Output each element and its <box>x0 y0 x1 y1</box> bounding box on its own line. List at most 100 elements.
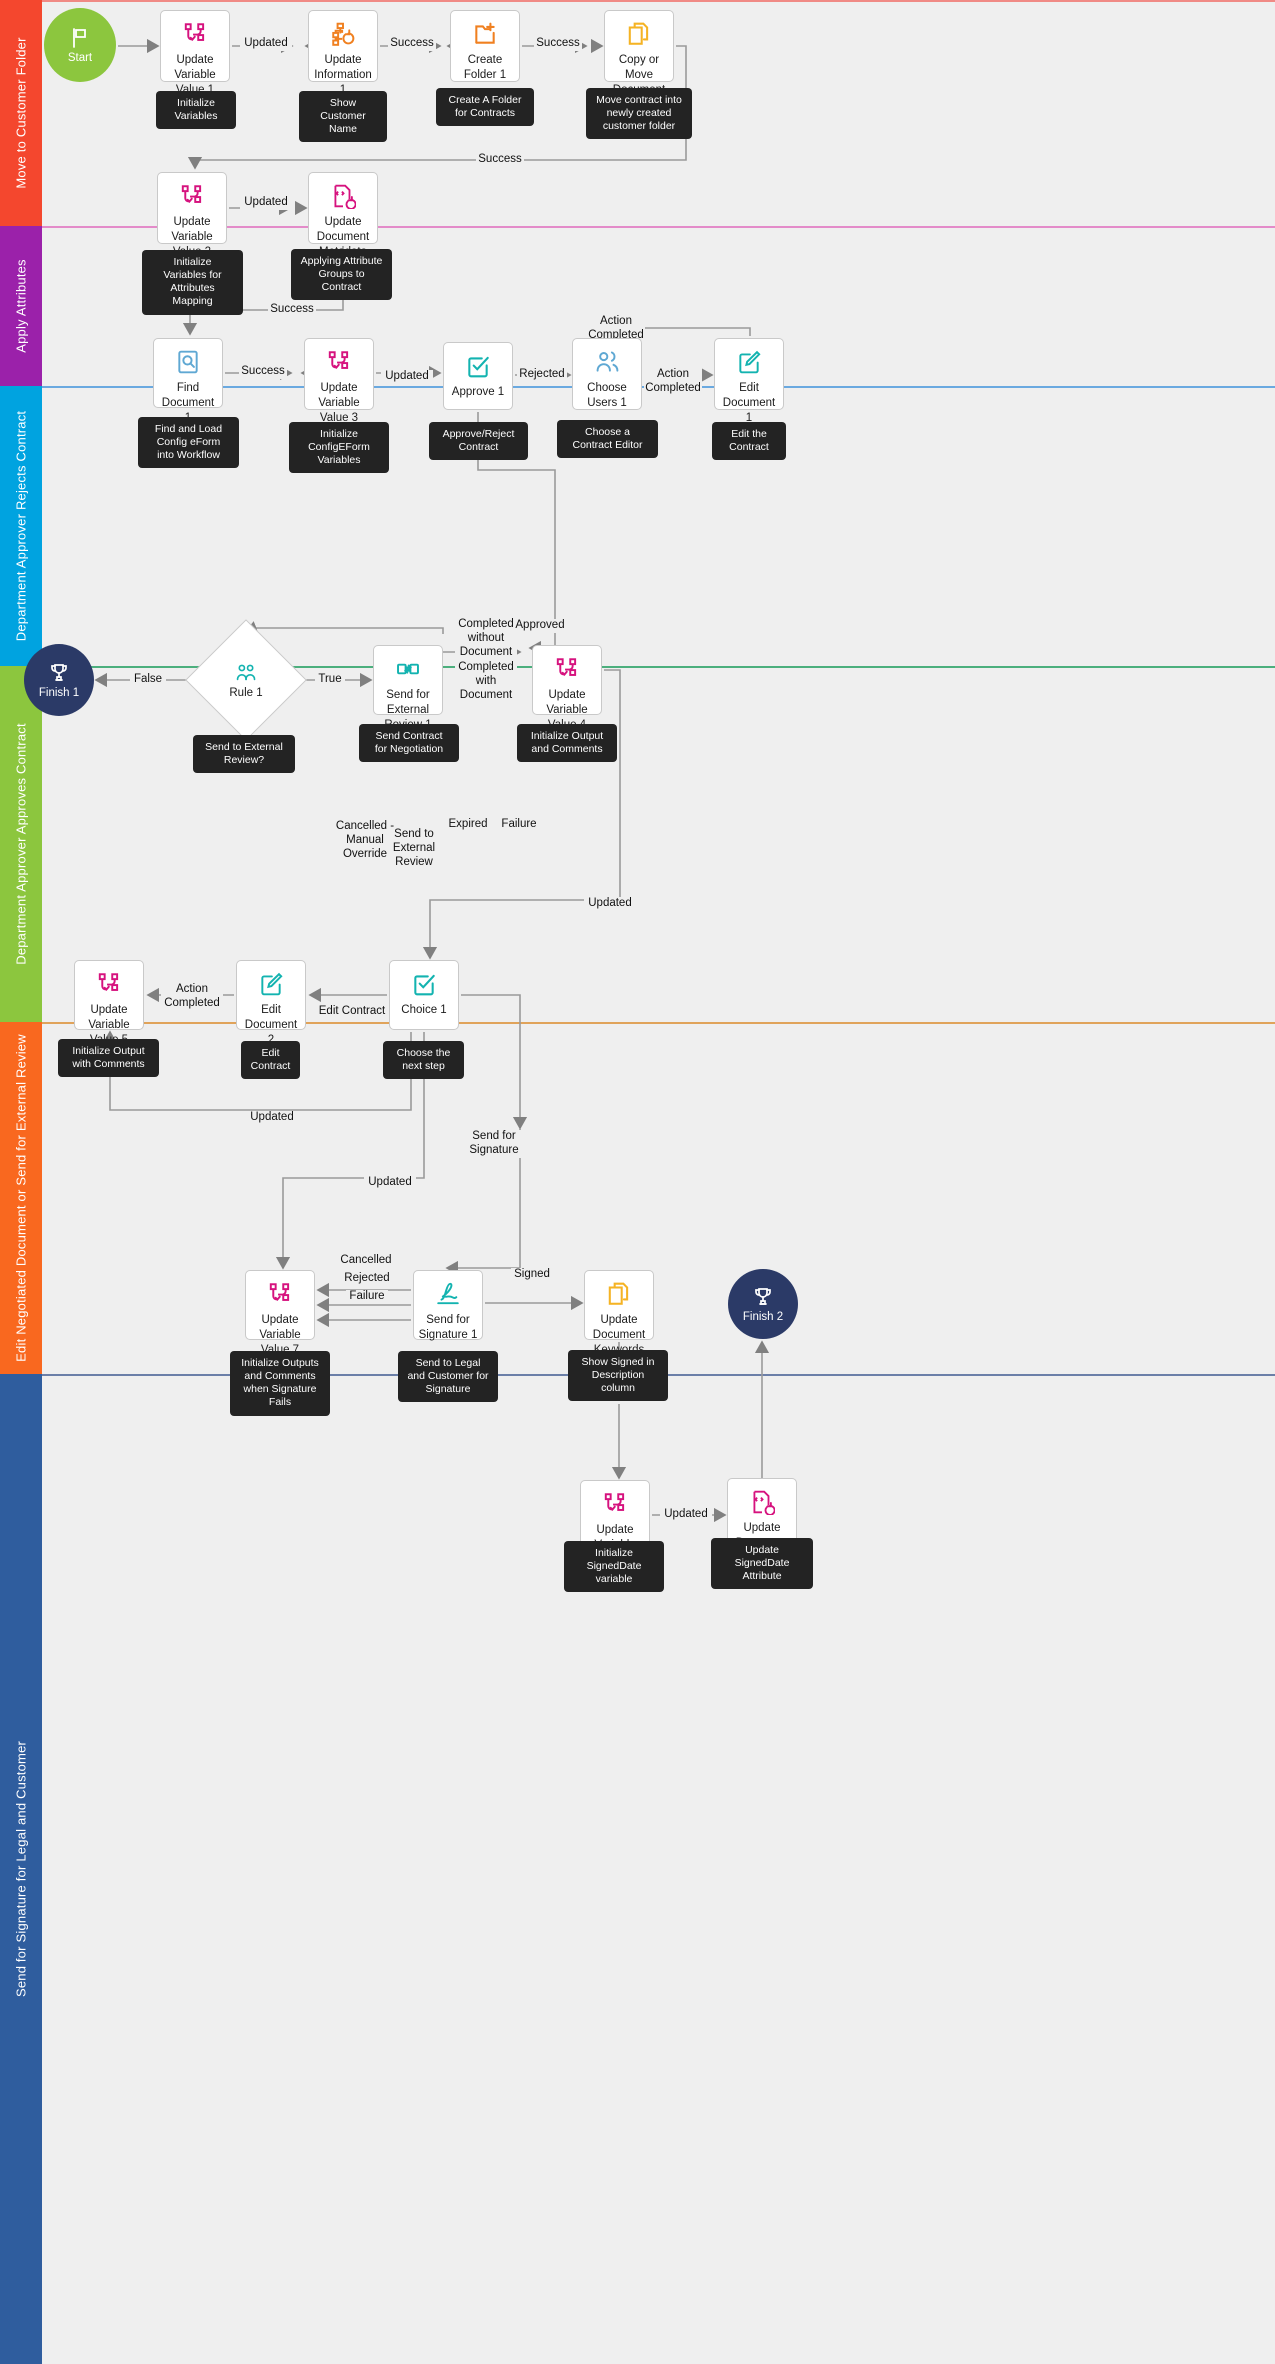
node-label: Edit Document 1 <box>722 382 776 424</box>
edge-label: Updated <box>246 1111 298 1125</box>
variable-icon <box>602 1491 628 1517</box>
folder-plus-icon <box>472 21 498 47</box>
node-description-chip: Show Signed in Description column <box>568 1350 668 1402</box>
node-description-chip: Edit the Contract <box>712 422 786 461</box>
node-label: Choose Users 1 <box>587 382 627 409</box>
workflow-node-uvv4[interactable]: Update Variable Value 4 <box>532 645 602 731</box>
workflow-node-uvv5[interactable]: Update Variable Value 5 <box>74 960 144 1046</box>
workflow-node-uvv3[interactable]: Update Variable Value 3 <box>304 338 374 424</box>
node-description-chip: Initialize Output with Comments <box>58 1039 159 1078</box>
workflow-node-ui1[interactable]: Update Information 1 <box>308 10 378 96</box>
variable-icon <box>182 21 208 47</box>
edge-label: Updated <box>660 1508 712 1522</box>
node-description-chip: Move contract into newly created custome… <box>586 88 692 140</box>
swimlane-label: Apply Attributes <box>13 259 29 353</box>
swimlane-label: Edit Negotiated Document or Send for Ext… <box>13 1034 29 1362</box>
edge-label: Failure <box>499 818 539 832</box>
workflow-node-ch1[interactable]: Choice 1 <box>389 960 459 1030</box>
swimlane-rail[interactable]: Send for Signature for Legal and Custome… <box>0 1374 42 2364</box>
edge-label: Rejected <box>517 368 567 382</box>
workflow-node-uvv7[interactable]: Update Variable Value 7 <box>245 1270 315 1356</box>
swimlane-label: Move to Customer Folder <box>13 37 29 189</box>
swimlane-label: Send for Signature for Legal and Custome… <box>13 1740 29 1998</box>
terminator-label: Start <box>67 52 93 64</box>
node-label: Choice 1 <box>401 1004 447 1016</box>
edge-label: Action Completed <box>161 983 223 1011</box>
workflow-node-uvv6[interactable]: Update Variable Value 6 <box>580 1480 650 1566</box>
swimlane-body <box>42 1022 1275 1374</box>
node-description-chip: Find and Load Config eForm into Workflow <box>138 417 239 469</box>
external-review-icon <box>395 656 421 682</box>
node-description-chip: Edit Contract <box>241 1041 300 1080</box>
workflow-node-udk1[interactable]: Update Document Keywords 1 <box>584 1270 654 1371</box>
edge-label: Rejected <box>341 1272 393 1286</box>
workflow-node-ed1[interactable]: Edit Document 1 <box>714 338 784 424</box>
edge-label: Updated <box>240 196 292 210</box>
node-description-chip: Initialize SignedDate variable <box>564 1541 664 1593</box>
workflow-node-cmd1[interactable]: Copy or Move Document 1 <box>604 10 674 111</box>
edge-label: Updated <box>381 370 433 384</box>
node-label: Update Variable Value 3 <box>318 382 360 424</box>
swimlane-divider <box>42 1022 1275 1024</box>
workflow-terminator-start[interactable]: Start <box>44 8 116 82</box>
rule-icon <box>235 662 257 684</box>
node-description-chip: Update SignedDate Attribute <box>711 1538 813 1590</box>
node-description-chip: Initialize Output and Comments <box>517 724 617 763</box>
edge-label: Send for Signature <box>467 1130 521 1158</box>
variable-icon <box>96 971 122 997</box>
edge-label: False <box>130 673 166 687</box>
doc-metadata-icon <box>749 1489 775 1515</box>
edge-label: Edit Contract <box>316 1005 388 1019</box>
edge-label: Updated <box>584 897 636 911</box>
node-description-chip: Applying Attribute Groups to Contract <box>291 249 392 301</box>
terminator-label: Finish 2 <box>742 1311 784 1323</box>
choice-icon <box>411 971 437 997</box>
swimlane-band: Department Approver Approves Contract <box>0 666 1275 1022</box>
workflow-node-ap1[interactable]: Approve 1 <box>443 342 513 410</box>
edge-label: Updated <box>240 37 292 51</box>
node-description-chip: Initialize Variables <box>156 91 236 130</box>
workflow-node-cu1[interactable]: Choose Users 1 <box>572 338 642 410</box>
edge-label: Signed <box>511 1268 553 1282</box>
edge-label: Expired <box>446 818 490 832</box>
swimlane-rail[interactable]: Department Approver Rejects Contract <box>0 386 42 666</box>
workflow-node-udmv1[interactable]: Update Document Metadata Val... <box>308 172 378 273</box>
workflow-node-cf1[interactable]: Create Folder 1 <box>450 10 520 82</box>
edge-label: Updated <box>364 1176 416 1190</box>
swimlane-rail[interactable]: Apply Attributes <box>0 226 42 386</box>
edge-label: Success <box>268 303 316 317</box>
node-label: Approve 1 <box>451 386 505 398</box>
edge-label: Failure <box>346 1290 388 1304</box>
node-description-chip: Choose a Contract Editor <box>557 420 658 459</box>
workflow-node-sfer1[interactable]: Send for External Review 1 <box>373 645 443 731</box>
workflow-node-ed2[interactable]: Edit Document 2 <box>236 960 306 1046</box>
swimlane-label: Department Approver Approves Contract <box>13 723 29 965</box>
keywords-icon <box>606 1281 632 1307</box>
workflow-node-uvv2[interactable]: Update Variable Value 2 <box>157 172 227 258</box>
node-description-chip: Send to Legal and Customer for Signature <box>398 1351 498 1403</box>
workflow-node-fd1[interactable]: Find Document 1 <box>153 338 223 424</box>
swimlane-label: Department Approver Rejects Contract <box>13 410 29 642</box>
workflow-terminator-fin1[interactable]: Finish 1 <box>24 644 94 716</box>
workflow-node-ss1[interactable]: Send for Signature 1 <box>413 1270 483 1341</box>
trophy-icon <box>751 1285 775 1311</box>
workflow-decision-rule1[interactable]: Rule 1 <box>185 619 307 741</box>
edge-label: Success <box>239 365 287 379</box>
swimlane-rail[interactable]: Department Approver Approves Contract <box>0 666 42 1022</box>
swimlane-divider <box>42 0 1275 2</box>
edge-label: Cancelled <box>338 1254 394 1268</box>
swimlane-rail[interactable]: Edit Negotiated Document or Send for Ext… <box>0 1022 42 1374</box>
signature-icon <box>435 1281 461 1307</box>
node-description-chip: Initialize ConfigEForm Variables <box>289 422 389 474</box>
edge-label: Approved <box>513 619 567 633</box>
workflow-node-uvv1[interactable]: Update Variable Value 1 <box>160 10 230 96</box>
edge-label: Success <box>476 153 524 167</box>
flag-icon <box>68 26 92 52</box>
workflow-terminator-fin2[interactable]: Finish 2 <box>728 1269 798 1339</box>
edge-label: Success <box>388 37 436 51</box>
swimlane-rail[interactable]: Move to Customer Folder <box>0 0 42 226</box>
users-icon <box>594 349 620 375</box>
edge-label: Cancelled - Manual Override <box>334 820 396 862</box>
update-info-icon <box>330 21 356 47</box>
node-description-chip: Initialize Variables for Attributes Mapp… <box>142 250 243 315</box>
